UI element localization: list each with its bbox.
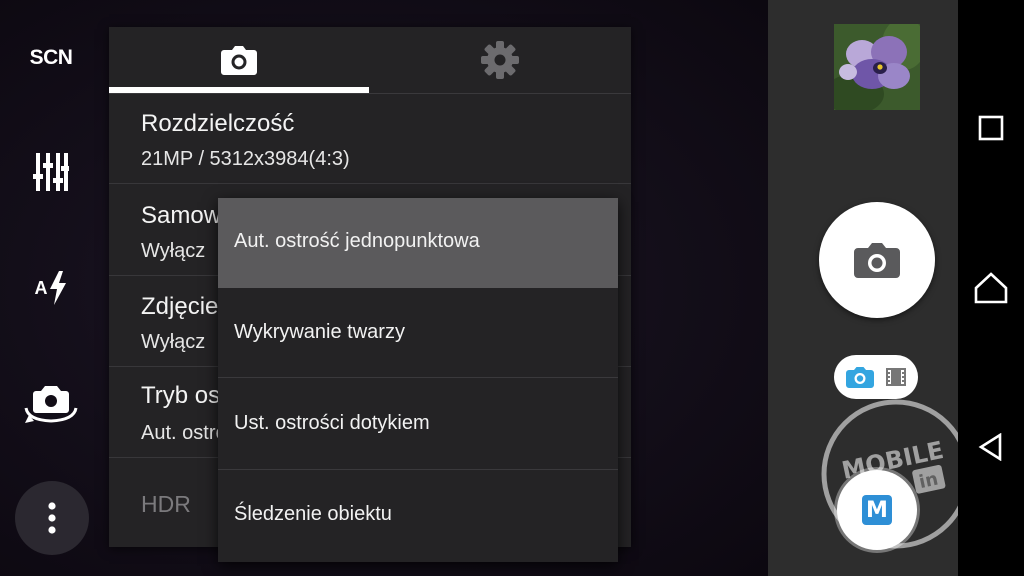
manual-mode-button[interactable]: M xyxy=(837,470,917,550)
option-label: Ust. ostrości dotykiem xyxy=(234,412,430,434)
option-label: Wykrywanie twarzy xyxy=(234,321,405,343)
gallery-thumbnail[interactable] xyxy=(834,24,920,110)
dropdown-option[interactable]: Śledzenie obiektu xyxy=(218,471,618,561)
manual-settings-button[interactable] xyxy=(12,140,90,204)
sliders-icon xyxy=(33,153,69,191)
camera-icon xyxy=(846,367,874,388)
watermark-text: in xyxy=(917,469,940,493)
film-icon xyxy=(886,368,906,386)
setting-title: HDR xyxy=(141,491,191,517)
setting-title: Rozdzielczość xyxy=(141,110,295,137)
option-divider xyxy=(218,377,618,378)
dropdown-option[interactable]: Wykrywanie twarzy xyxy=(218,288,618,378)
back-triangle-icon xyxy=(978,433,1002,461)
gear-icon xyxy=(481,41,519,79)
tab-general-settings[interactable] xyxy=(369,27,631,93)
flower-photo-image xyxy=(834,24,920,110)
switch-camera-button[interactable] xyxy=(12,372,90,436)
option-label: Aut. ostrość jednopunktowa xyxy=(234,230,480,252)
focus-mode-dropdown: Aut. ostrość jednopunktowa Wykrywanie tw… xyxy=(218,198,618,562)
navigation-bar xyxy=(958,0,1024,576)
dropdown-option[interactable]: Ust. ostrości dotykiem xyxy=(218,379,618,470)
tab-camera-settings[interactable] xyxy=(109,27,369,93)
option-divider xyxy=(218,469,618,470)
flash-auto-button[interactable]: A xyxy=(12,256,90,320)
setting-value: 21MP / 5312x3984(4:3) xyxy=(141,148,350,170)
manual-mode-badge: M xyxy=(862,495,892,525)
shutter-button[interactable] xyxy=(819,202,935,318)
back-button[interactable] xyxy=(966,422,1016,472)
scene-button[interactable]: SCN xyxy=(12,26,90,90)
recents-button[interactable] xyxy=(966,103,1016,153)
flash-auto-label: A xyxy=(34,277,48,298)
camera-icon xyxy=(854,243,900,278)
setting-value: Wyłącz xyxy=(141,331,206,353)
left-control-rail: SCN A xyxy=(0,0,100,576)
more-options-button[interactable] xyxy=(15,481,89,555)
capture-controls: MOBILE BE in M xyxy=(768,0,971,576)
photo-video-mode-toggle[interactable] xyxy=(834,355,918,399)
more-vertical-icon xyxy=(48,502,56,534)
camera-icon xyxy=(221,46,257,75)
setting-value: Wyłącz xyxy=(141,240,206,262)
dropdown-option[interactable]: Aut. ostrość jednopunktowa xyxy=(218,198,618,288)
camera-switch-icon xyxy=(24,386,78,423)
option-label: Śledzenie obiektu xyxy=(234,503,392,525)
settings-tabs xyxy=(109,27,631,94)
scene-label: SCN xyxy=(29,46,73,69)
home-button[interactable] xyxy=(966,263,1016,313)
home-icon xyxy=(974,272,1008,304)
recents-square-icon xyxy=(978,115,1004,141)
flash-bolt-icon xyxy=(49,271,66,305)
setting-resolution[interactable]: Rozdzielczość 21MP / 5312x3984(4:3) xyxy=(109,94,631,184)
